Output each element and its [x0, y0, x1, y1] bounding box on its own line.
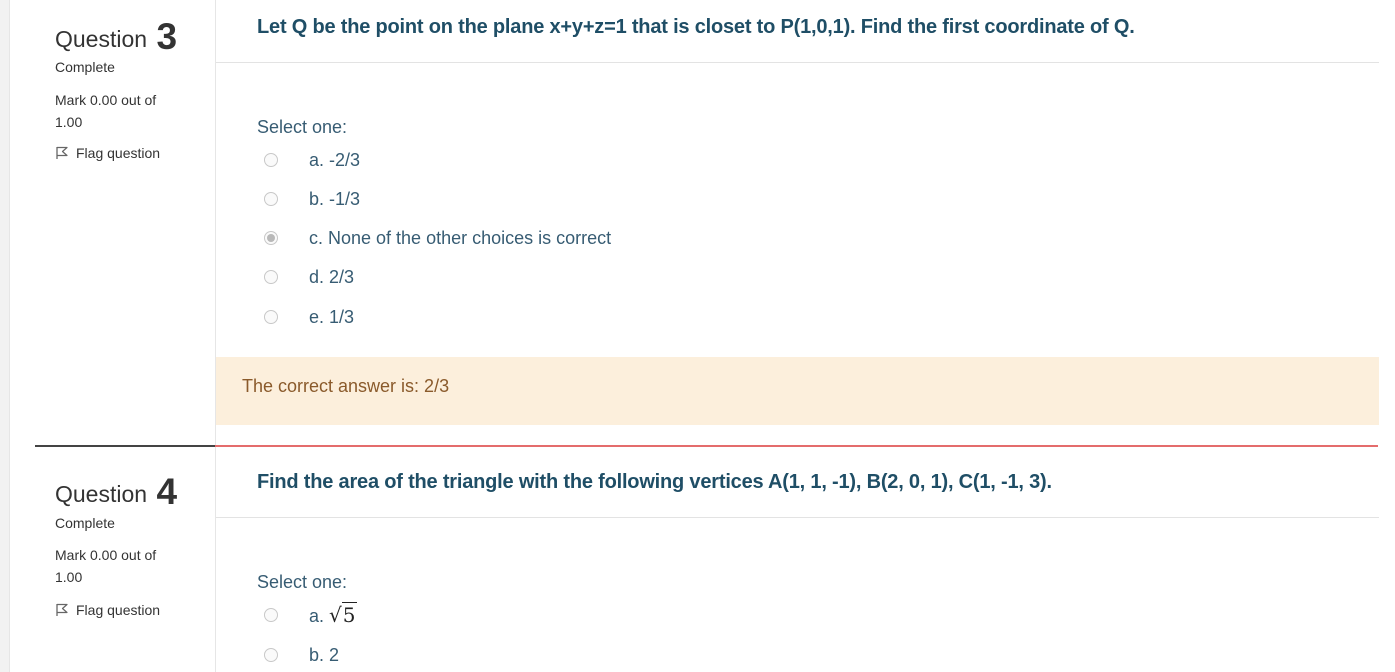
answer-option-label: a. √5: [309, 602, 357, 627]
answer-option-prefix: a.: [309, 606, 325, 626]
question-grade: Mark 0.00 out of 1.00: [55, 547, 157, 585]
question-text: Let Q be the point on the plane x+y+z=1 …: [257, 16, 1135, 38]
radio-button[interactable]: [264, 648, 278, 662]
question-divider: [216, 517, 1379, 518]
question-state: Complete: [55, 59, 115, 75]
question-4: Question 4 Complete Mark 0.00 out of 1.0…: [0, 447, 1395, 672]
answer-option-label: a. -2/3: [309, 149, 361, 170]
correct-answer-text: The correct answer is: 2/3: [242, 376, 450, 396]
answer-option[interactable]: a. -2/3: [264, 148, 360, 172]
flag-icon: [55, 146, 69, 160]
question-content: Let Q be the point on the plane x+y+z=1 …: [215, 0, 1379, 445]
flag-question-label: Flag question: [76, 602, 161, 618]
answer-option[interactable]: d. 2/3: [264, 265, 354, 289]
answer-option-label: d. 2/3: [309, 266, 355, 287]
answer-option[interactable]: a. √5: [264, 602, 357, 627]
question-grade: Mark 0.00 out of 1.00: [55, 92, 157, 130]
question-info: Question 4 Complete Mark 0.00 out of 1.0…: [35, 447, 215, 672]
question-3: Question 3 Complete Mark 0.00 out of 1.0…: [0, 0, 1395, 445]
flag-icon: [55, 603, 69, 617]
radio-button[interactable]: [264, 153, 278, 167]
answer-option-label: c. None of the other choices is correct: [309, 227, 612, 248]
radio-button[interactable]: [264, 270, 278, 284]
radio-button-selected[interactable]: [264, 231, 278, 245]
radio-button[interactable]: [264, 192, 278, 206]
question-state: Complete: [55, 515, 115, 531]
flag-question-link[interactable]: Flag question: [55, 602, 160, 618]
question-label: Question: [55, 26, 148, 52]
question-info: Question 3 Complete Mark 0.00 out of 1.0…: [35, 0, 215, 445]
flag-question-link[interactable]: Flag question: [55, 145, 160, 161]
question-number: 3: [156, 16, 178, 57]
question-number: 4: [156, 471, 178, 512]
answer-option-label: e. 1/3: [309, 306, 355, 327]
question-divider: [216, 62, 1379, 63]
answer-option[interactable]: b. 2: [264, 643, 339, 667]
select-one-label: Select one:: [257, 572, 348, 592]
feedback-box: The correct answer is: 2/3: [216, 357, 1379, 425]
question-text: Find the area of the triangle with the f…: [257, 471, 1052, 493]
question-label: Question: [55, 481, 148, 507]
answer-option[interactable]: c. None of the other choices is correct: [264, 226, 611, 250]
question-title: Question 3: [55, 14, 178, 57]
radio-button[interactable]: [264, 608, 278, 622]
answer-option-label: b. -1/3: [309, 188, 361, 209]
answer-option[interactable]: b. -1/3: [264, 187, 360, 211]
sqrt-radicand: 5: [341, 602, 357, 627]
sqrt-expression: √5: [329, 602, 357, 627]
question-title: Question 4: [55, 469, 178, 512]
flag-question-label: Flag question: [76, 145, 161, 161]
answer-option-label: b. 2: [309, 644, 340, 665]
select-one-label: Select one:: [257, 117, 348, 137]
answer-option[interactable]: e. 1/3: [264, 305, 354, 329]
question-content: Find the area of the triangle with the f…: [215, 447, 1379, 672]
radio-button[interactable]: [264, 310, 278, 324]
